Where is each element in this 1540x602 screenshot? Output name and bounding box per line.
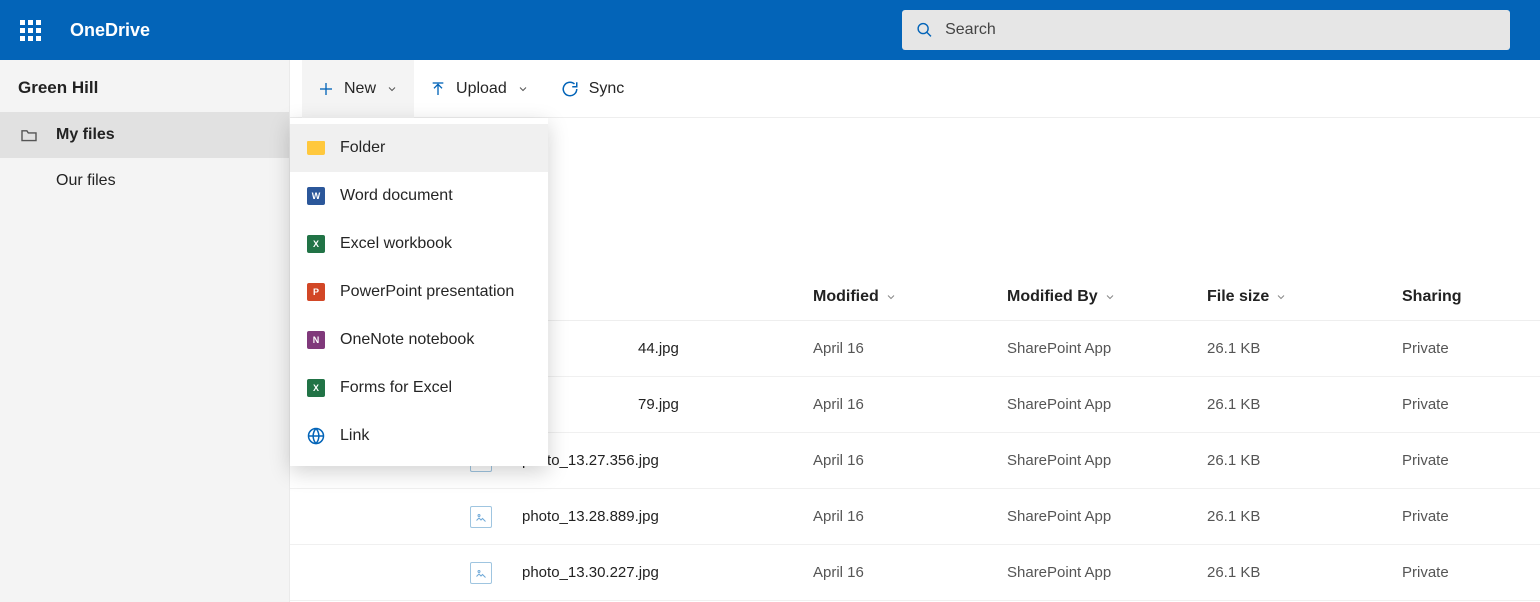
table-row[interactable]: photo_13.30.227.jpg April 16SharePoint Ap… xyxy=(290,545,1540,601)
chevron-down-icon xyxy=(1275,291,1287,303)
main-pane: New Upload Sync Folder W Word document xyxy=(290,60,1540,602)
word-icon: W xyxy=(306,186,326,206)
sync-icon xyxy=(561,80,579,98)
sidebar-item-label: My files xyxy=(56,126,115,144)
new-menu-word[interactable]: W Word document xyxy=(290,172,548,220)
menu-item-label: PowerPoint presentation xyxy=(340,283,514,301)
excel-icon: X xyxy=(306,234,326,254)
menu-item-label: Forms for Excel xyxy=(340,379,452,397)
menu-item-label: Excel workbook xyxy=(340,235,452,253)
new-menu-folder[interactable]: Folder xyxy=(290,124,548,172)
sidebar-item-our-files[interactable]: Our files xyxy=(0,158,289,204)
folder-icon xyxy=(20,128,38,142)
chevron-down-icon xyxy=(517,83,529,95)
file-size: 26.1 KB xyxy=(1207,508,1402,525)
onenote-icon: N xyxy=(306,330,326,350)
upload-icon xyxy=(430,81,446,97)
sync-label: Sync xyxy=(589,80,625,98)
file-size: 26.1 KB xyxy=(1207,396,1402,413)
column-header-file-size[interactable]: File size xyxy=(1207,288,1402,306)
column-label: File size xyxy=(1207,288,1269,306)
column-header-modified-by[interactable]: Modified By xyxy=(1007,288,1207,306)
search-box[interactable] xyxy=(902,10,1510,50)
app-launcher-button[interactable] xyxy=(0,0,60,60)
new-menu-onenote[interactable]: N OneNote notebook xyxy=(290,316,548,364)
column-label: Sharing xyxy=(1402,288,1462,306)
sync-button[interactable]: Sync xyxy=(545,60,641,118)
menu-item-label: Link xyxy=(340,427,369,445)
waffle-icon xyxy=(20,20,41,41)
image-thumbnail-icon xyxy=(470,506,492,528)
new-menu-link[interactable]: Link xyxy=(290,412,548,460)
file-sharing: Private xyxy=(1402,340,1502,357)
new-button[interactable]: New xyxy=(302,60,414,118)
menu-item-label: OneNote notebook xyxy=(340,331,474,349)
plus-icon xyxy=(318,81,334,97)
chevron-down-icon xyxy=(1104,291,1116,303)
file-sharing: Private xyxy=(1402,508,1502,525)
file-name: photo_13.30.227.jpg xyxy=(522,564,659,581)
column-header-modified[interactable]: Modified xyxy=(813,288,1007,306)
file-modified-by: SharePoint App xyxy=(1007,564,1207,581)
file-size: 26.1 KB xyxy=(1207,564,1402,581)
new-menu-forms[interactable]: X Forms for Excel xyxy=(290,364,548,412)
app-name: OneDrive xyxy=(70,20,150,41)
folder-icon xyxy=(306,138,326,158)
file-modified-by: SharePoint App xyxy=(1007,508,1207,525)
upload-button[interactable]: Upload xyxy=(414,60,545,118)
link-icon xyxy=(306,426,326,446)
file-modified: April 16 xyxy=(813,396,1007,413)
forms-icon: X xyxy=(306,378,326,398)
image-thumbnail-icon xyxy=(470,562,492,584)
file-sharing: Private xyxy=(1402,564,1502,581)
search-icon xyxy=(916,21,933,39)
command-bar: New Upload Sync xyxy=(290,60,1540,118)
table-row[interactable]: photo_13.28.889.jpg April 16SharePoint Ap… xyxy=(290,489,1540,545)
chevron-down-icon xyxy=(386,83,398,95)
file-modified-by: SharePoint App xyxy=(1007,452,1207,469)
sidebar-item-my-files[interactable]: My files xyxy=(0,112,289,158)
sidebar-item-label: Our files xyxy=(56,172,116,190)
file-size: 26.1 KB xyxy=(1207,340,1402,357)
tenant-name: Green Hill xyxy=(0,60,289,112)
file-sharing: Private xyxy=(1402,396,1502,413)
menu-item-label: Word document xyxy=(340,187,453,205)
file-name: 44.jpg xyxy=(638,340,679,357)
column-label: Modified xyxy=(813,288,879,306)
file-name: photo_13.28.889.jpg xyxy=(522,508,659,525)
upload-label: Upload xyxy=(456,80,507,98)
new-menu-excel[interactable]: X Excel workbook xyxy=(290,220,548,268)
chevron-down-icon xyxy=(885,291,897,303)
new-menu: Folder W Word document X Excel workbook … xyxy=(290,118,548,466)
file-modified: April 16 xyxy=(813,340,1007,357)
new-label: New xyxy=(344,80,376,98)
search-input[interactable] xyxy=(945,21,1496,39)
file-size: 26.1 KB xyxy=(1207,452,1402,469)
file-name: 79.jpg xyxy=(638,396,679,413)
file-modified: April 16 xyxy=(813,508,1007,525)
file-modified: April 16 xyxy=(813,452,1007,469)
powerpoint-icon: P xyxy=(306,282,326,302)
file-modified-by: SharePoint App xyxy=(1007,340,1207,357)
file-sharing: Private xyxy=(1402,452,1502,469)
app-header: OneDrive xyxy=(0,0,1540,60)
column-label: Modified By xyxy=(1007,288,1098,306)
file-modified-by: SharePoint App xyxy=(1007,396,1207,413)
new-menu-powerpoint[interactable]: P PowerPoint presentation xyxy=(290,268,548,316)
file-modified: April 16 xyxy=(813,564,1007,581)
column-header-sharing[interactable]: Sharing xyxy=(1402,288,1502,306)
sidebar: Green Hill My files Our files xyxy=(0,60,290,602)
menu-item-label: Folder xyxy=(340,139,385,157)
